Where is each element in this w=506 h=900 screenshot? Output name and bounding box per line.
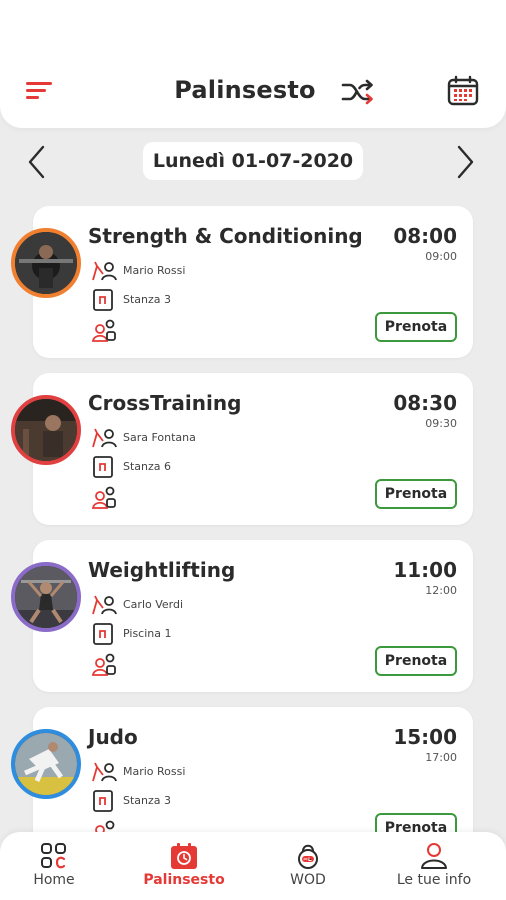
end-time: 09:30 <box>425 417 457 430</box>
nav-profile[interactable]: Le tue info <box>384 832 484 900</box>
instructor-name: Mario Rossi <box>123 264 186 277</box>
class-avatar <box>11 228 81 298</box>
current-date[interactable]: Lunedì 01-07-2020 <box>143 142 363 180</box>
class-card[interactable]: CrossTraining 08:30 09:30 Sara Fontana S… <box>11 373 473 525</box>
door-icon <box>93 289 113 311</box>
class-avatar <box>11 562 81 632</box>
end-time: 17:00 <box>425 751 457 764</box>
instructor-icon <box>92 261 117 281</box>
calendar-icon <box>171 843 197 869</box>
nav-home[interactable]: Home <box>14 832 94 900</box>
class-list[interactable]: Strength & Conditioning 08:00 09:00 Mari… <box>0 206 506 836</box>
class-name: Judo <box>88 725 138 749</box>
participants-icon <box>91 319 116 342</box>
bottom-nav: Home Palinsesto WOD Le tue info <box>0 832 506 900</box>
nav-palinsesto[interactable]: Palinsesto <box>134 832 234 900</box>
instructor-icon <box>92 428 117 448</box>
door-icon <box>93 623 113 645</box>
door-icon <box>93 456 113 478</box>
start-time: 08:00 <box>393 224 457 248</box>
shuffle-icon[interactable] <box>340 76 376 108</box>
chevron-right-icon <box>457 145 474 179</box>
nav-wod[interactable]: WOD <box>268 832 348 900</box>
class-name: CrossTraining <box>88 391 242 415</box>
instructor-icon <box>92 595 117 615</box>
book-button[interactable]: Prenota <box>375 646 457 676</box>
class-name: Strength & Conditioning <box>88 224 363 248</box>
start-time: 08:30 <box>393 391 457 415</box>
grid-icon <box>41 843 66 869</box>
class-name: Weightlifting <box>88 558 236 582</box>
top-bar: Palinsesto <box>0 0 506 128</box>
nav-label: WOD <box>290 872 326 888</box>
nav-label: Le tue info <box>396 872 472 888</box>
chevron-left-icon <box>28 145 45 179</box>
instructor-name: Carlo Verdi <box>123 598 184 611</box>
user-icon <box>421 843 447 869</box>
class-card[interactable]: Judo 15:00 17:00 Mario Rossi Stanza 3 Pr… <box>11 707 473 836</box>
book-button[interactable]: Prenota <box>375 479 457 509</box>
page-title: Palinsesto <box>174 76 316 104</box>
room-name: Stanza 6 <box>123 460 172 473</box>
end-time: 09:00 <box>425 250 457 263</box>
nav-label: Home <box>33 872 75 888</box>
instructor-name: Sara Fontana <box>123 431 196 444</box>
room-name: Stanza 3 <box>123 794 172 807</box>
calendar-icon[interactable] <box>446 74 480 108</box>
door-icon <box>93 790 113 812</box>
instructor-name: Mario Rossi <box>123 765 186 778</box>
class-avatar <box>11 395 81 465</box>
class-card[interactable]: Strength & Conditioning 08:00 09:00 Mari… <box>11 206 473 358</box>
book-button[interactable]: Prenota <box>375 312 457 342</box>
date-navigator: Lunedì 01-07-2020 <box>0 140 506 184</box>
participants-icon <box>91 653 116 676</box>
class-card[interactable]: Weightlifting 11:00 12:00 Carlo Verdi Pi… <box>11 540 473 692</box>
participants-icon <box>91 486 116 509</box>
nav-label: Palinsesto <box>143 872 225 888</box>
kettlebell-icon <box>298 844 318 869</box>
previous-day-button[interactable] <box>22 144 52 180</box>
next-day-button[interactable] <box>450 144 480 180</box>
room-name: Piscina 1 <box>123 627 172 640</box>
end-time: 12:00 <box>425 584 457 597</box>
class-avatar <box>11 729 81 799</box>
start-time: 15:00 <box>393 725 457 749</box>
instructor-icon <box>92 762 117 782</box>
start-time: 11:00 <box>393 558 457 582</box>
room-name: Stanza 3 <box>123 293 172 306</box>
